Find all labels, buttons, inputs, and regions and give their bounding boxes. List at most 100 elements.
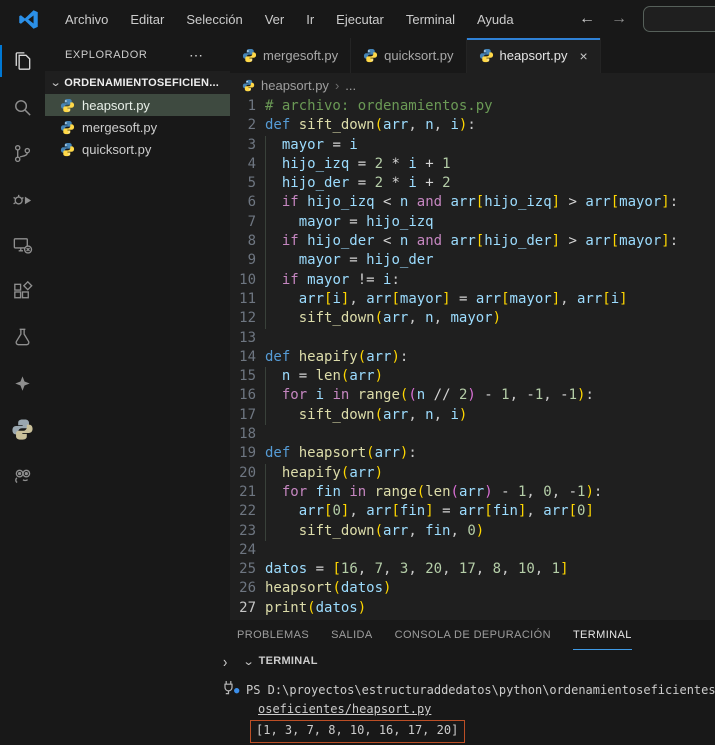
line-content: def heapsort(arr): bbox=[265, 444, 715, 463]
line-number: 20 bbox=[230, 464, 265, 483]
activity-run-debug-icon[interactable] bbox=[0, 176, 45, 222]
command-decoration-dot[interactable]: ● bbox=[234, 682, 239, 701]
breadcrumb-file[interactable]: heapsort.py bbox=[261, 78, 329, 93]
panel-tab-consola-de-depuracion[interactable]: CONSOLA DE DEPURACIÓN bbox=[395, 620, 551, 650]
terminal-section-header[interactable]: › ⌄ TERMINAL bbox=[218, 650, 715, 672]
line-content: # archivo: ordenamientos.py bbox=[265, 97, 715, 116]
tab-quicksort-py[interactable]: quicksort.py bbox=[351, 38, 466, 73]
menu-item-seleccion[interactable]: Selección bbox=[177, 8, 251, 31]
panel-expand-icon[interactable]: › bbox=[223, 652, 227, 670]
file-label: quicksort.py bbox=[82, 142, 151, 157]
line-number: 11 bbox=[230, 290, 265, 309]
explorer-title: EXPLORADOR bbox=[65, 49, 147, 61]
tab-heapsort-py[interactable]: heapsort.py × bbox=[467, 38, 601, 73]
menu-item-ayuda[interactable]: Ayuda bbox=[468, 8, 523, 31]
line-number: 2 bbox=[230, 116, 265, 135]
line-content: sift_down(arr, fin, 0) bbox=[265, 522, 715, 541]
file-item-quicksort-py[interactable]: quicksort.py bbox=[45, 138, 230, 160]
code-line: 26heapsort(datos) bbox=[230, 579, 715, 598]
code-line: 24 bbox=[230, 541, 715, 560]
line-number: 17 bbox=[230, 406, 265, 425]
more-actions-icon[interactable]: ⋯ bbox=[189, 51, 230, 59]
line-number: 24 bbox=[230, 541, 265, 560]
activity-explorer-icon[interactable] bbox=[0, 38, 45, 84]
indent-guide bbox=[265, 502, 266, 521]
highlighted-output-box: [1, 3, 7, 8, 10, 16, 17, 20] bbox=[250, 720, 465, 743]
line-number: 27 bbox=[230, 599, 265, 618]
file-item-heapsort-py[interactable]: heapsort.py bbox=[45, 94, 230, 116]
back-arrow-icon[interactable]: ← bbox=[579, 11, 595, 27]
tab-label: quicksort.py bbox=[384, 48, 453, 63]
line-content: for i in range((n // 2) - 1, -1, -1): bbox=[265, 386, 715, 405]
line-content: for fin in range(len(arr) - 1, 0, -1): bbox=[265, 483, 715, 502]
menu-item-editar[interactable]: Editar bbox=[121, 8, 173, 31]
line-number: 26 bbox=[230, 579, 265, 598]
line-number: 6 bbox=[230, 193, 265, 212]
activity-source-control-icon[interactable] bbox=[0, 130, 45, 176]
bottom-panel: PROBLEMAS SALIDA CONSOLA DE DEPURACIÓN TERM… bbox=[218, 620, 715, 745]
breadcrumb-symbol[interactable]: ... bbox=[345, 78, 356, 93]
activity-extensions-icon[interactable] bbox=[0, 268, 45, 314]
line-number: 10 bbox=[230, 271, 265, 290]
explorer-sidebar: EXPLORADOR ⋯ ⌄ ORDENAMIENTOSEFICIEN... h… bbox=[45, 38, 230, 745]
code-line: 13 bbox=[230, 329, 715, 348]
title-bar: ArchivoEditarSelecciónVerIrEjecutarTermi… bbox=[0, 0, 715, 38]
code-line: 3 mayor = i bbox=[230, 136, 715, 155]
activity-python-icon[interactable] bbox=[0, 406, 45, 452]
menu-item-ver[interactable]: Ver bbox=[256, 8, 294, 31]
python-file-icon bbox=[479, 48, 494, 63]
indent-guide bbox=[265, 174, 266, 193]
code-line: 12 sift_down(arr, n, mayor) bbox=[230, 309, 715, 328]
file-item-mergesoft-py[interactable]: mergesoft.py bbox=[45, 116, 230, 138]
tab-bar: mergesoft.py quicksort.py heapsort.py × bbox=[230, 38, 715, 73]
activity-remote-explorer-icon[interactable] bbox=[0, 222, 45, 268]
line-number: 9 bbox=[230, 251, 265, 270]
command-center-search[interactable] bbox=[643, 6, 715, 32]
code-editor[interactable]: 1# archivo: ordenamientos.py2def sift_do… bbox=[230, 97, 715, 620]
line-number: 19 bbox=[230, 444, 265, 463]
menu-item-archivo[interactable]: Archivo bbox=[56, 8, 117, 31]
indent-guide bbox=[265, 193, 266, 212]
tab-label: heapsort.py bbox=[500, 48, 568, 63]
code-line: 17 sift_down(arr, n, i) bbox=[230, 406, 715, 425]
line-content: arr[i], arr[mayor] = arr[mayor], arr[i] bbox=[265, 290, 715, 309]
activity-copilot-sparkle-icon[interactable] bbox=[0, 360, 45, 406]
close-icon[interactable]: × bbox=[579, 48, 587, 64]
code-line: 11 arr[i], arr[mayor] = arr[mayor], arr[… bbox=[230, 290, 715, 309]
code-line: 8 if hijo_der < n and arr[hijo_der] > ar… bbox=[230, 232, 715, 251]
explorer-header: EXPLORADOR ⋯ bbox=[45, 38, 230, 71]
python-file-icon bbox=[60, 120, 75, 135]
panel-tab-salida[interactable]: SALIDA bbox=[331, 620, 373, 650]
menu-item-terminal[interactable]: Terminal bbox=[397, 8, 464, 31]
python-file-icon bbox=[60, 98, 75, 113]
terminal-file-link[interactable]: oseficientes/heapsort.py bbox=[258, 702, 431, 716]
code-line: 7 mayor = hijo_izq bbox=[230, 213, 715, 232]
menu-item-ir[interactable]: Ir bbox=[297, 8, 323, 31]
line-content: sift_down(arr, n, mayor) bbox=[265, 309, 715, 328]
panel-tab-bar: PROBLEMAS SALIDA CONSOLA DE DEPURACIÓN TERM… bbox=[218, 620, 715, 650]
code-line: 10 if mayor != i: bbox=[230, 271, 715, 290]
code-line: 25datos = [16, 7, 3, 20, 17, 8, 10, 1] bbox=[230, 560, 715, 579]
activity-testing-icon[interactable] bbox=[0, 314, 45, 360]
line-content: datos = [16, 7, 3, 20, 17, 8, 10, 1] bbox=[265, 560, 715, 579]
code-line: 15 n = len(arr) bbox=[230, 367, 715, 386]
python-file-icon bbox=[363, 48, 378, 63]
forward-arrow-icon[interactable]: → bbox=[611, 11, 627, 27]
indent-guide bbox=[265, 483, 266, 502]
folder-row-ordenamientoseficientes[interactable]: ⌄ ORDENAMIENTOSEFICIEN... bbox=[45, 71, 230, 94]
folder-label: ORDENAMIENTOSEFICIEN... bbox=[64, 77, 219, 89]
breadcrumb[interactable]: heapsort.py › ... bbox=[230, 73, 715, 97]
tab-mergesoft-py[interactable]: mergesoft.py bbox=[230, 38, 351, 73]
panel-tab-terminal[interactable]: TERMINAL bbox=[573, 620, 632, 650]
chevron-down-icon: ⌄ bbox=[243, 655, 255, 668]
line-content: if hijo_der < n and arr[hijo_der] > arr[… bbox=[265, 232, 715, 251]
menu-item-ejecutar[interactable]: Ejecutar bbox=[327, 8, 393, 31]
vscode-logo bbox=[18, 9, 39, 30]
activity-mascot-extension-icon[interactable] bbox=[0, 452, 45, 498]
code-line: 1# archivo: ordenamientos.py bbox=[230, 97, 715, 116]
terminal-output[interactable]: ●PS D:\proyectos\estructuraddedatos\pyth… bbox=[218, 681, 715, 743]
code-line: 19def heapsort(arr): bbox=[230, 444, 715, 463]
indent-guide bbox=[265, 464, 266, 483]
activity-search-icon[interactable] bbox=[0, 84, 45, 130]
panel-tab-problemas[interactable]: PROBLEMAS bbox=[237, 620, 309, 650]
